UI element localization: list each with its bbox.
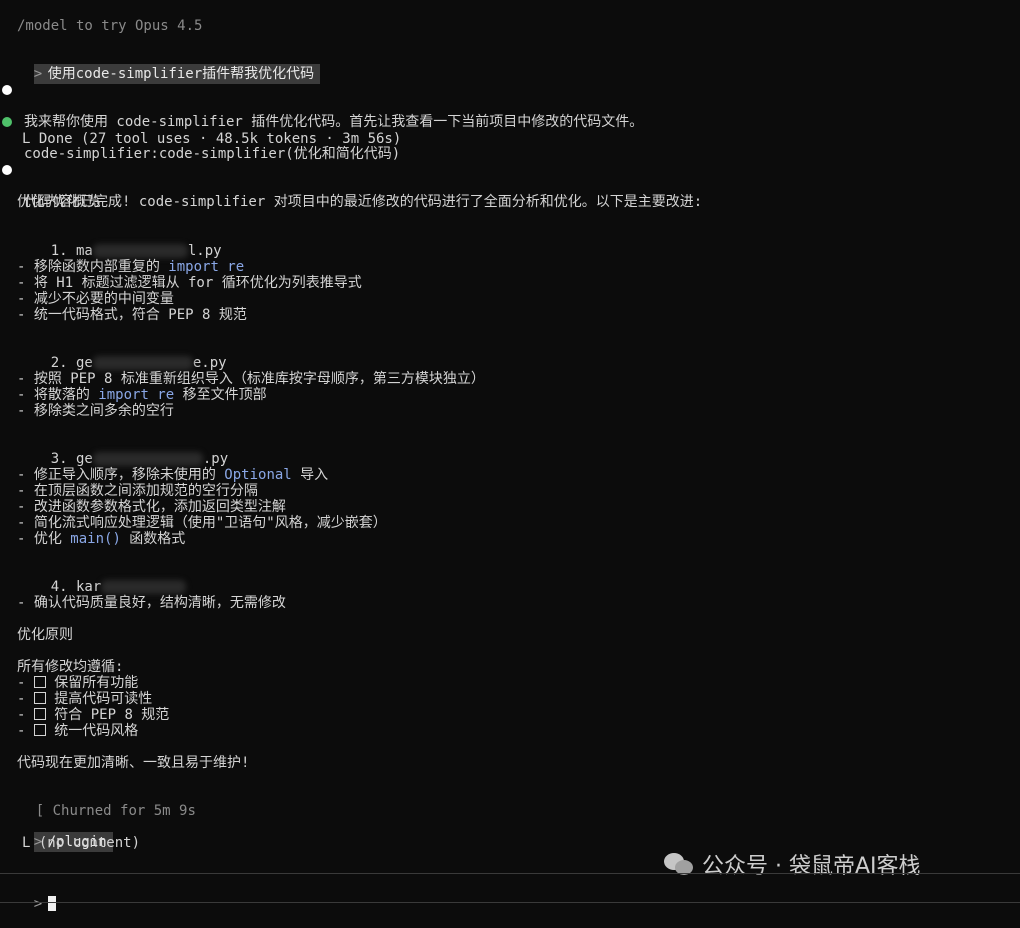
plugin-result: L (no content) <box>22 835 141 851</box>
assistant-message-1: 我来帮你使用 code-simplifier 插件优化代码。首先让我查看一下当前… <box>0 82 1000 130</box>
terminal-window: /model to try Opus 4.5 > 使用code-simplifie… <box>0 0 1020 912</box>
principles-intro: 所有修改均遵循: <box>17 659 124 675</box>
list-item: - 简化流式响应处理逻辑（使用"卫语句"风格，减少嵌套） <box>17 515 387 531</box>
white-bullet-icon <box>2 85 12 95</box>
file-4-title: 4. kar <box>17 563 187 595</box>
white-bullet-icon <box>2 165 12 175</box>
redacted-blur <box>92 452 203 466</box>
list-item: - 将散落的 import re 移至文件顶部 <box>17 387 267 403</box>
list-item: - 优化 main() 函数格式 <box>17 531 186 547</box>
green-status-icon <box>2 117 12 127</box>
file-2-title: 2. ge e.py <box>50 355 227 371</box>
user-command-text: 使用code-simplifier插件帮我优化代码 <box>47 66 315 82</box>
principles-heading: 优化原则 <box>17 627 73 643</box>
model-hint: /model to try Opus 4.5 <box>17 18 203 34</box>
closing-message: 代码现在更加清晰、一致且易于维护! <box>17 755 250 771</box>
prompt-chevron-icon: > <box>33 66 43 82</box>
list-item: - 统一代码格式，符合 PEP 8 规范 <box>17 307 247 323</box>
list-item: - 移除类之间多余的空行 <box>17 403 174 419</box>
list-item: - 改进函数参数格式化，添加返回类型注解 <box>17 499 286 515</box>
list-item: - 确认代码质量良好，结构清晰，无需修改 <box>17 595 286 611</box>
input-divider-bottom <box>0 902 1020 903</box>
list-item: - 将 H1 标题过滤逻辑从 for 循环优化为列表推导式 <box>17 275 362 291</box>
file-1-suffix: l.py <box>187 243 222 259</box>
tool-result: L Done (27 tool uses · 48.5k tokens · 3m… <box>22 131 402 147</box>
tool-call-line: code-simplifier:code-simplifier(优化和简化代码) <box>0 114 1000 162</box>
file-1-title: 1. ma l.py <box>17 227 222 259</box>
text-cursor <box>47 896 56 911</box>
bracket-icon: [ <box>35 803 45 819</box>
list-item: - 减少不必要的中间变量 <box>17 291 174 307</box>
checkbox-icon <box>33 692 46 704</box>
assistant-message-2: 代码优化已完成! code-simplifier 对项目中的最近修改的代码进行了… <box>0 162 1000 210</box>
checkbox-icon <box>33 708 46 720</box>
redacted-blur <box>101 580 187 594</box>
assistant-text-2: 代码优化已完成! code-simplifier 对项目中的最近修改的代码进行了… <box>24 194 703 210</box>
churned-status: [ Churned for 5m 9s <box>35 803 196 819</box>
prompt-chevron-icon: > <box>33 896 43 912</box>
file-1-prefix: 1. ma <box>50 243 93 259</box>
plugin-command-line: >/plugin <box>0 818 113 852</box>
prompt-input[interactable]: > <box>0 880 56 912</box>
input-divider-top <box>0 873 1020 874</box>
checklist-item: - 符合 PEP 8 规范 <box>17 707 170 723</box>
redacted-blur <box>92 356 193 370</box>
checklist-item: - 保留所有功能 <box>17 675 139 691</box>
tool-call-text: code-simplifier:code-simplifier(优化和简化代码) <box>24 146 401 162</box>
checklist-item: - 提高代码可读性 <box>17 691 153 707</box>
checklist-item: - 统一代码风格 <box>17 723 139 739</box>
watermark: 公众号 · 袋鼠帝AI客栈 <box>664 848 921 880</box>
file-3-title: 3. ge .py <box>50 451 229 467</box>
checkbox-icon <box>33 724 46 736</box>
list-item: - 修正导入顺序，移除未使用的 Optional 导入 <box>17 467 329 483</box>
watermark-text: 公众号 · 袋鼠帝AI客栈 <box>702 854 921 879</box>
redacted-blur <box>92 244 188 258</box>
list-item: - 在顶层函数之间添加规范的空行分隔 <box>17 483 258 499</box>
user-command-line: > 使用code-simplifier插件帮我优化代码 <box>0 50 321 84</box>
user-command-block: > 使用code-simplifier插件帮我优化代码 <box>33 64 321 84</box>
checkbox-icon <box>33 676 46 688</box>
overview-heading: 优化内容概览 <box>17 194 101 210</box>
list-item: - 按照 PEP 8 标准重新组织导入（标准库按字母顺序，第三方模块独立） <box>17 371 485 387</box>
list-item: - 移除函数内部重复的 import re <box>17 259 245 275</box>
